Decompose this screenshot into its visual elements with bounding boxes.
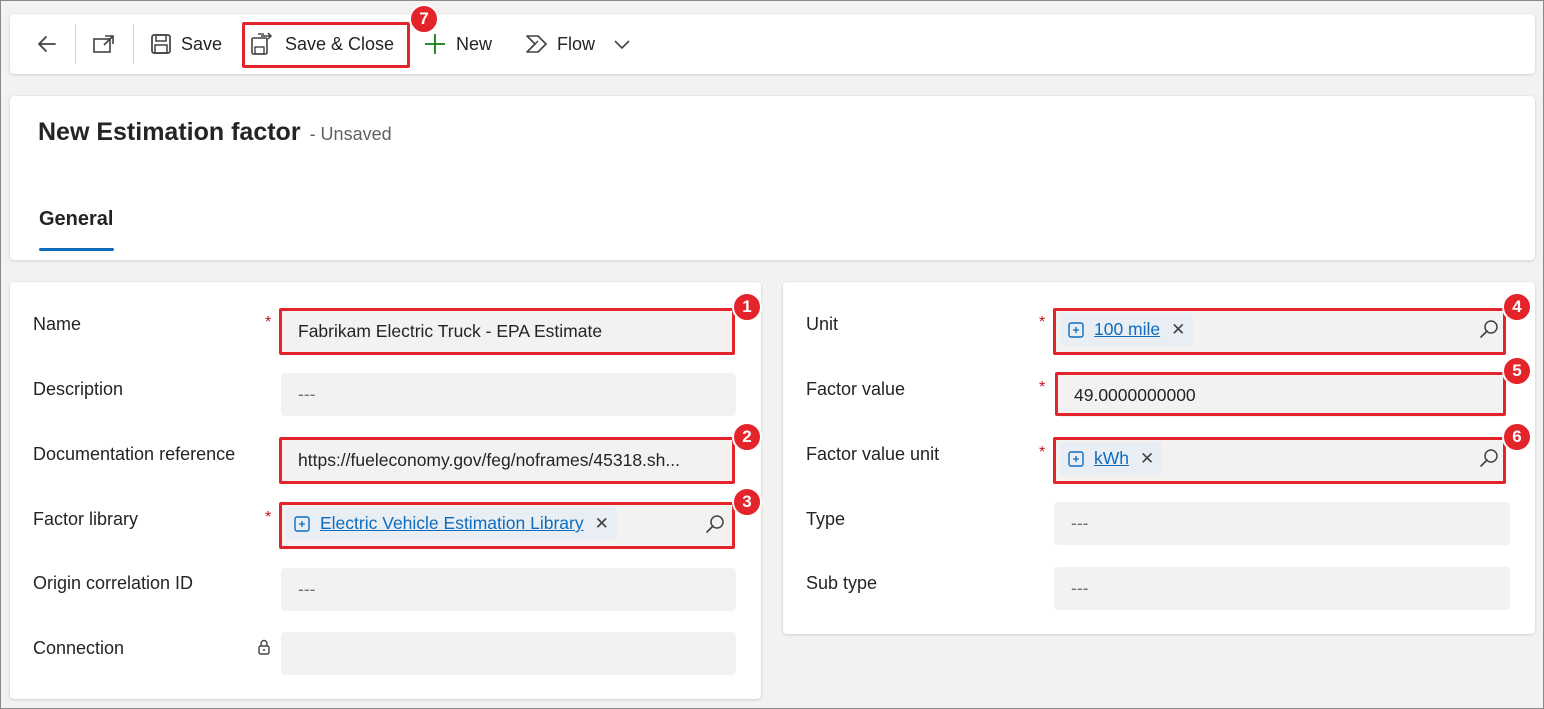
- save-label: Save: [181, 33, 223, 54]
- callout-4: 4: [1502, 292, 1532, 322]
- search-icon[interactable]: [704, 514, 726, 536]
- back-arrow-icon: [38, 36, 56, 52]
- connection-input: [281, 632, 736, 675]
- callout-2: 2: [732, 422, 762, 452]
- save-button[interactable]: Save: [150, 14, 222, 74]
- remove-factor-library-button[interactable]: ✕: [595, 514, 609, 534]
- flow-icon: [526, 35, 547, 53]
- flow-button[interactable]: Flow: [525, 14, 595, 74]
- required-marker: *: [1039, 314, 1046, 331]
- callout-7: 7: [409, 4, 439, 34]
- required-marker: *: [1039, 444, 1046, 461]
- search-icon[interactable]: [1478, 319, 1500, 341]
- entity-record-icon: [1068, 450, 1084, 467]
- sub-type-input[interactable]: ---: [1054, 567, 1510, 610]
- plus-icon: [425, 34, 445, 54]
- back-button[interactable]: [36, 14, 58, 74]
- origin-correlation-id-input[interactable]: ---: [281, 568, 736, 611]
- name-label: Name: [33, 314, 82, 334]
- factor-value-label: Factor value: [806, 379, 906, 399]
- save-status: - Unsaved: [309, 124, 392, 144]
- connection-label: Connection: [33, 638, 125, 658]
- unit-link[interactable]: 100 mile: [1094, 319, 1160, 340]
- name-input[interactable]: Fabrikam Electric Truck - EPA Estimate: [281, 310, 734, 353]
- sub-type-label: Sub type: [806, 573, 878, 593]
- tab-general[interactable]: General: [39, 208, 113, 231]
- factor-library-link[interactable]: Electric Vehicle Estimation Library: [320, 513, 584, 534]
- form-header: New Estimation factor - Unsaved General: [10, 96, 1535, 260]
- lock-icon: [258, 639, 270, 655]
- factor-library-label: Factor library: [33, 509, 139, 529]
- unit-label: Unit: [806, 314, 839, 334]
- save-floppy-icon: [151, 34, 171, 54]
- description-label: Description: [33, 379, 124, 399]
- callout-3: 3: [732, 487, 762, 517]
- factor-value-unit-link[interactable]: kWh: [1094, 448, 1129, 469]
- tab-selected-indicator: [39, 248, 114, 251]
- save-and-close-label: Save & Close: [285, 33, 395, 54]
- required-marker: *: [265, 509, 272, 526]
- type-input[interactable]: ---: [1054, 502, 1510, 545]
- toolbar-divider: [133, 24, 134, 64]
- documentation-reference-label: Documentation reference: [33, 444, 236, 464]
- callout-5: 5: [1502, 356, 1532, 386]
- callout-6: 6: [1502, 422, 1532, 452]
- save-and-close-button[interactable]: Save & Close: [250, 14, 394, 74]
- page-title: New Estimation factor: [38, 118, 301, 146]
- save-and-close-icon: [251, 32, 273, 55]
- description-input[interactable]: ---: [281, 373, 736, 416]
- factor-library-tag: Electric Vehicle Estimation Library ✕: [286, 507, 617, 540]
- remove-unit-button[interactable]: ✕: [1171, 320, 1185, 340]
- factor-value-input[interactable]: 49.0000000000: [1057, 374, 1505, 417]
- command-bar: Save Save & Close New Flow: [10, 14, 1535, 74]
- origin-correlation-id-label: Origin correlation ID: [33, 573, 194, 593]
- search-icon[interactable]: [1478, 448, 1500, 470]
- new-label: New: [456, 33, 493, 54]
- unit-tag: 100 mile ✕: [1060, 313, 1194, 346]
- required-marker: *: [265, 314, 272, 331]
- entity-record-icon: [1068, 321, 1084, 338]
- flow-label: Flow: [557, 33, 596, 54]
- flow-dropdown-button[interactable]: [613, 14, 631, 74]
- documentation-reference-input[interactable]: https://fueleconomy.gov/feg/noframes/453…: [281, 439, 734, 482]
- required-marker: *: [1039, 379, 1046, 396]
- pop-out-icon: [93, 35, 114, 53]
- remove-factor-value-unit-button[interactable]: ✕: [1140, 449, 1154, 469]
- chevron-down-icon: [614, 40, 630, 50]
- entity-record-icon: [294, 515, 310, 532]
- type-label: Type: [806, 509, 846, 529]
- factor-value-unit-tag: kWh ✕: [1060, 442, 1163, 475]
- open-in-new-window-button[interactable]: [92, 14, 116, 74]
- toolbar-divider: [75, 24, 76, 64]
- factor-value-unit-label: Factor value unit: [806, 444, 940, 464]
- callout-1: 1: [732, 292, 762, 322]
